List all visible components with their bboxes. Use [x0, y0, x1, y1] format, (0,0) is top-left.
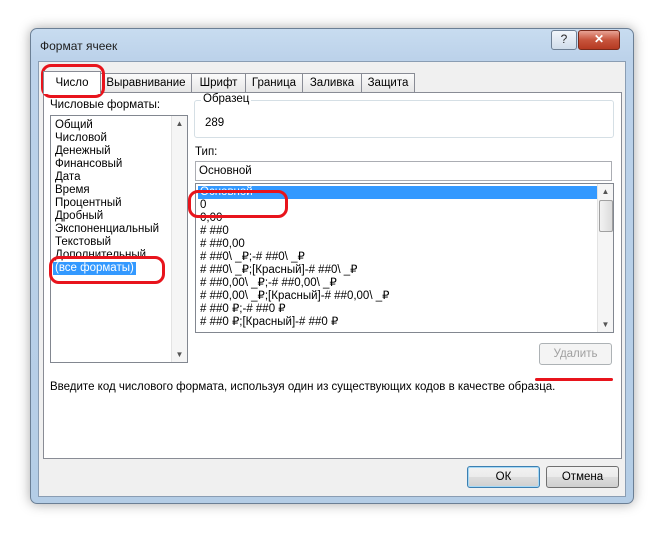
category-item-selected[interactable]: (все форматы) [53, 262, 136, 275]
category-item[interactable]: Финансовый [53, 158, 124, 171]
type-item[interactable]: # ##0,00 [198, 238, 247, 251]
category-scrollbar[interactable]: ▲ ▼ [171, 116, 187, 362]
tab-alignment[interactable]: Выравнивание [100, 73, 192, 92]
format-description: Введите код числового формата, используя… [50, 381, 556, 393]
category-item[interactable]: Общий [53, 119, 95, 132]
type-item[interactable]: # ##0 ₽;-# ##0 ₽ [198, 303, 288, 316]
close-button[interactable]: ✕ [578, 30, 620, 50]
category-item[interactable]: Процентный [53, 197, 124, 210]
category-item[interactable]: Дополнительный [53, 249, 148, 262]
category-item[interactable]: Дробный [53, 210, 105, 223]
cancel-button[interactable]: Отмена [546, 466, 619, 488]
type-item[interactable]: # ##0,00\ _₽;[Красный]-# ##0,00\ _₽ [198, 290, 391, 303]
delete-button[interactable]: Удалить [539, 343, 612, 365]
tab-number[interactable]: Число [43, 71, 101, 94]
tab-border[interactable]: Граница [245, 73, 303, 92]
category-list[interactable]: Общий Числовой Денежный Финансовый Дата … [50, 115, 188, 363]
scroll-down-icon[interactable]: ▼ [598, 317, 613, 332]
number-tab-page: Числовые форматы: Общий Числовой Денежны… [43, 92, 622, 459]
type-item[interactable]: # ##0,00\ _₽;-# ##0,00\ _₽ [198, 277, 339, 290]
sample-group: Образец 289 [194, 93, 614, 138]
scroll-down-icon[interactable]: ▼ [172, 347, 187, 362]
annotation-underline-delete [535, 378, 613, 381]
tab-protection[interactable]: Защита [361, 73, 415, 92]
tab-fill[interactable]: Заливка [302, 73, 362, 92]
type-scrollbar[interactable]: ▲ ▼ [597, 184, 613, 332]
type-item-selected[interactable]: Основной [198, 186, 597, 199]
category-item[interactable]: Числовой [53, 132, 109, 145]
sample-value: 289 [205, 117, 225, 129]
scroll-up-icon[interactable]: ▲ [172, 116, 187, 131]
tab-font[interactable]: Шрифт [191, 73, 246, 92]
type-input[interactable]: Основной [195, 161, 612, 181]
help-button[interactable]: ? [551, 30, 577, 50]
category-item[interactable]: Дата [53, 171, 82, 184]
categories-label: Числовые форматы: [50, 99, 161, 111]
category-item[interactable]: Экспоненциальный [53, 223, 161, 236]
dialog-content: Число Выравнивание Шрифт Граница Заливка… [38, 61, 626, 497]
sample-label: Образец [201, 93, 252, 105]
category-item[interactable]: Денежный [53, 145, 113, 158]
type-item[interactable]: # ##0\ _₽;-# ##0\ _₽ [198, 251, 307, 264]
scroll-thumb[interactable] [599, 200, 613, 232]
dialog-title: Формат ячеек [40, 39, 118, 53]
category-item[interactable]: Время [53, 184, 92, 197]
type-item[interactable]: # ##0 [198, 225, 231, 238]
type-item[interactable]: # ##0 ₽;[Красный]-# ##0 ₽ [198, 316, 340, 329]
type-item[interactable]: 0,00 [198, 212, 224, 225]
type-item[interactable]: 0 [198, 199, 208, 212]
type-label: Тип: [195, 146, 218, 158]
type-list[interactable]: Основной 0 0,00 # ##0 # ##0,00 # ##0\ _₽… [195, 183, 614, 333]
scroll-up-icon[interactable]: ▲ [598, 184, 613, 199]
type-item[interactable]: # ##0\ _₽;[Красный]-# ##0\ _₽ [198, 264, 359, 277]
format-cells-dialog: Формат ячеек ? ✕ Число Выравнивание Шриф… [30, 28, 634, 504]
category-item[interactable]: Текстовый [53, 236, 113, 249]
ok-button[interactable]: ОК [467, 466, 540, 488]
